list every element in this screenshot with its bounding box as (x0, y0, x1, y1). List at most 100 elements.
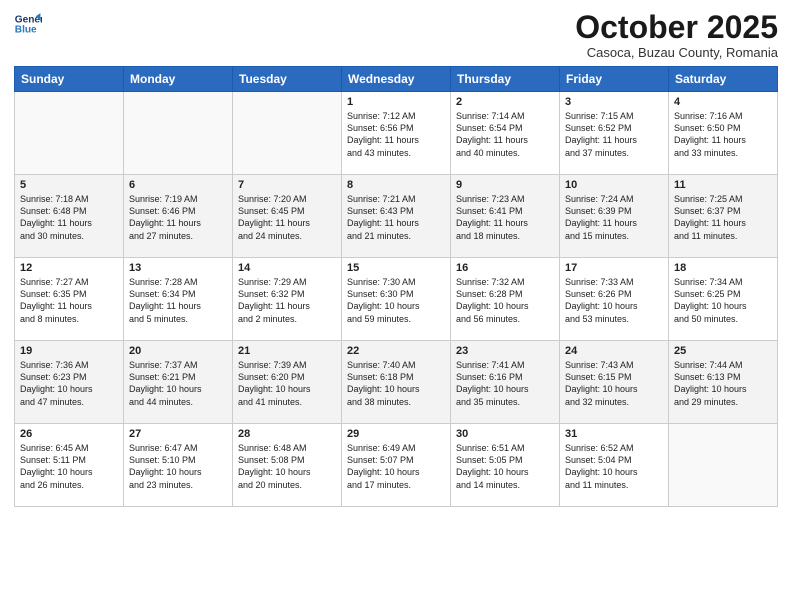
calendar-cell: 19Sunrise: 7:36 AM Sunset: 6:23 PM Dayli… (15, 341, 124, 424)
day-number: 23 (456, 345, 554, 357)
day-number: 24 (565, 345, 663, 357)
calendar: SundayMondayTuesdayWednesdayThursdayFrid… (14, 66, 778, 507)
calendar-cell: 26 Sunrise: 6:45 AM Sunset: 5:11 PM Dayli… (15, 424, 124, 507)
day-info: Sunrise: 7:27 AM Sunset: 6:35 PM Dayligh… (20, 276, 118, 325)
day-number: 19 (20, 345, 118, 357)
calendar-cell (124, 92, 233, 175)
weekday-monday: Monday (124, 67, 233, 92)
calendar-cell: 25 Sunrise: 7:44 AM Sunset: 6:13 PM Dayli… (669, 341, 778, 424)
day-number: 29 (347, 428, 445, 440)
calendar-cell: 14Sunrise: 7:29 AM Sunset: 6:32 PM Dayli… (233, 258, 342, 341)
day-number: 16 (456, 262, 554, 274)
day-number: 7 (238, 179, 336, 191)
day-number: 13 (129, 262, 227, 274)
calendar-cell: 16Sunrise: 7:32 AM Sunset: 6:28 PM Dayli… (451, 258, 560, 341)
day-number: 28 (238, 428, 336, 440)
calendar-cell: 18 Sunrise: 7:34 AM Sunset: 6:25 PM Dayli… (669, 258, 778, 341)
calendar-cell: 30 Sunrise: 6:51 AM Sunset: 5:05 PM Dayli… (451, 424, 560, 507)
day-number: 10 (565, 179, 663, 191)
day-info: Sunrise: 6:52 AM Sunset: 5:04 PM Dayligh… (565, 442, 663, 491)
calendar-cell: 9Sunrise: 7:23 AM Sunset: 6:41 PM Daylig… (451, 175, 560, 258)
calendar-cell: 10 Sunrise: 7:24 AM Sunset: 6:39 PM Dayli… (560, 175, 669, 258)
day-info: Sunrise: 7:43 AM Sunset: 6:15 PM Dayligh… (565, 359, 663, 408)
calendar-cell: 2Sunrise: 7:14 AM Sunset: 6:54 PM Daylig… (451, 92, 560, 175)
day-info: Sunrise: 7:37 AM Sunset: 6:21 PM Dayligh… (129, 359, 227, 408)
subtitle: Casoca, Buzau County, Romania (575, 45, 778, 60)
day-number: 15 (347, 262, 445, 274)
calendar-cell (669, 424, 778, 507)
day-number: 9 (456, 179, 554, 191)
day-info: Sunrise: 7:34 AM Sunset: 6:25 PM Dayligh… (674, 276, 772, 325)
day-info: Sunrise: 6:47 AM Sunset: 5:10 PM Dayligh… (129, 442, 227, 491)
day-number: 26 (20, 428, 118, 440)
day-number: 3 (565, 96, 663, 108)
day-number: 18 (674, 262, 772, 274)
day-info: Sunrise: 7:15 AM Sunset: 6:52 PM Dayligh… (565, 110, 663, 159)
day-info: Sunrise: 7:24 AM Sunset: 6:39 PM Dayligh… (565, 193, 663, 242)
day-info: Sunrise: 7:39 AM Sunset: 6:20 PM Dayligh… (238, 359, 336, 408)
weekday-header-row: SundayMondayTuesdayWednesdayThursdayFrid… (15, 67, 778, 92)
day-number: 4 (674, 96, 772, 108)
day-number: 22 (347, 345, 445, 357)
day-info: Sunrise: 7:20 AM Sunset: 6:45 PM Dayligh… (238, 193, 336, 242)
calendar-cell: 5 Sunrise: 7:18 AM Sunset: 6:48 PM Daylig… (15, 175, 124, 258)
calendar-cell: 1 Sunrise: 7:12 AM Sunset: 6:56 PM Daylig… (342, 92, 451, 175)
calendar-cell (233, 92, 342, 175)
calendar-cell: 11Sunrise: 7:25 AM Sunset: 6:37 PM Dayli… (669, 175, 778, 258)
day-info: Sunrise: 7:41 AM Sunset: 6:16 PM Dayligh… (456, 359, 554, 408)
day-info: Sunrise: 7:33 AM Sunset: 6:26 PM Dayligh… (565, 276, 663, 325)
calendar-cell: 22 Sunrise: 7:40 AM Sunset: 6:18 PM Dayli… (342, 341, 451, 424)
calendar-week-row: 26 Sunrise: 6:45 AM Sunset: 5:11 PM Dayli… (15, 424, 778, 507)
calendar-cell: 23 Sunrise: 7:41 AM Sunset: 6:16 PM Dayli… (451, 341, 560, 424)
day-info: Sunrise: 7:44 AM Sunset: 6:13 PM Dayligh… (674, 359, 772, 408)
day-number: 30 (456, 428, 554, 440)
header: General Blue October 2025 Casoca, Buzau … (14, 10, 778, 60)
weekday-thursday: Thursday (451, 67, 560, 92)
day-number: 8 (347, 179, 445, 191)
day-number: 27 (129, 428, 227, 440)
weekday-wednesday: Wednesday (342, 67, 451, 92)
svg-text:Blue: Blue (15, 25, 37, 36)
day-number: 1 (347, 96, 445, 108)
calendar-cell: 12 Sunrise: 7:27 AM Sunset: 6:35 PM Dayli… (15, 258, 124, 341)
calendar-cell: 8 Sunrise: 7:21 AM Sunset: 6:43 PM Daylig… (342, 175, 451, 258)
calendar-week-row: 1 Sunrise: 7:12 AM Sunset: 6:56 PM Daylig… (15, 92, 778, 175)
calendar-cell: 7 Sunrise: 7:20 AM Sunset: 6:45 PM Daylig… (233, 175, 342, 258)
day-number: 5 (20, 179, 118, 191)
day-info: Sunrise: 6:45 AM Sunset: 5:11 PM Dayligh… (20, 442, 118, 491)
day-number: 25 (674, 345, 772, 357)
calendar-cell: 21 Sunrise: 7:39 AM Sunset: 6:20 PM Dayli… (233, 341, 342, 424)
calendar-cell (15, 92, 124, 175)
day-number: 31 (565, 428, 663, 440)
weekday-friday: Friday (560, 67, 669, 92)
day-info: Sunrise: 7:16 AM Sunset: 6:50 PM Dayligh… (674, 110, 772, 159)
day-number: 12 (20, 262, 118, 274)
calendar-cell: 29Sunrise: 6:49 AM Sunset: 5:07 PM Dayli… (342, 424, 451, 507)
day-info: Sunrise: 6:48 AM Sunset: 5:08 PM Dayligh… (238, 442, 336, 491)
calendar-cell: 6Sunrise: 7:19 AM Sunset: 6:46 PM Daylig… (124, 175, 233, 258)
calendar-cell: 31 Sunrise: 6:52 AM Sunset: 5:04 PM Dayli… (560, 424, 669, 507)
day-info: Sunrise: 6:51 AM Sunset: 5:05 PM Dayligh… (456, 442, 554, 491)
day-number: 17 (565, 262, 663, 274)
calendar-cell: 4 Sunrise: 7:16 AM Sunset: 6:50 PM Daylig… (669, 92, 778, 175)
day-info: Sunrise: 7:21 AM Sunset: 6:43 PM Dayligh… (347, 193, 445, 242)
day-info: Sunrise: 7:28 AM Sunset: 6:34 PM Dayligh… (129, 276, 227, 325)
calendar-cell: 24 Sunrise: 7:43 AM Sunset: 6:15 PM Dayli… (560, 341, 669, 424)
day-info: Sunrise: 7:12 AM Sunset: 6:56 PM Dayligh… (347, 110, 445, 159)
day-number: 2 (456, 96, 554, 108)
month-title: October 2025 (575, 10, 778, 45)
day-info: Sunrise: 7:29 AM Sunset: 6:32 PM Dayligh… (238, 276, 336, 325)
logo-icon: General Blue (14, 10, 42, 38)
day-info: Sunrise: 7:40 AM Sunset: 6:18 PM Dayligh… (347, 359, 445, 408)
day-number: 6 (129, 179, 227, 191)
calendar-cell: 13 Sunrise: 7:28 AM Sunset: 6:34 PM Dayli… (124, 258, 233, 341)
calendar-cell: 17 Sunrise: 7:33 AM Sunset: 6:26 PM Dayli… (560, 258, 669, 341)
day-number: 21 (238, 345, 336, 357)
day-info: Sunrise: 7:18 AM Sunset: 6:48 PM Dayligh… (20, 193, 118, 242)
day-info: Sunrise: 7:30 AM Sunset: 6:30 PM Dayligh… (347, 276, 445, 325)
weekday-sunday: Sunday (15, 67, 124, 92)
calendar-week-row: 19Sunrise: 7:36 AM Sunset: 6:23 PM Dayli… (15, 341, 778, 424)
weekday-saturday: Saturday (669, 67, 778, 92)
calendar-week-row: 12 Sunrise: 7:27 AM Sunset: 6:35 PM Dayli… (15, 258, 778, 341)
calendar-week-row: 5 Sunrise: 7:18 AM Sunset: 6:48 PM Daylig… (15, 175, 778, 258)
